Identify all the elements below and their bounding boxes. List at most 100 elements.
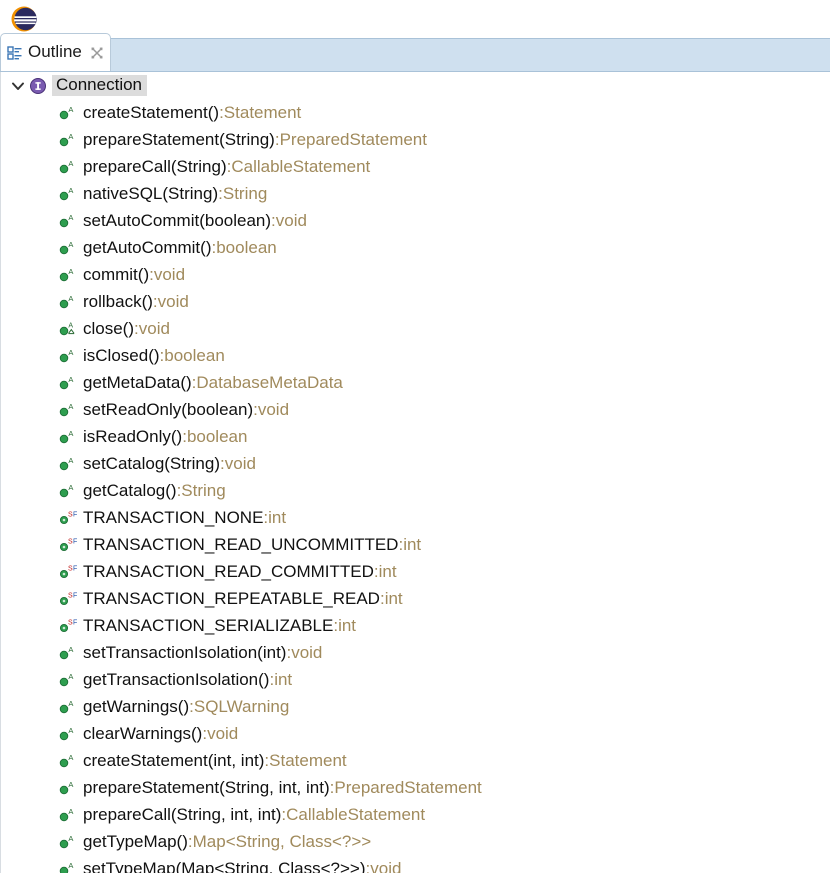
member-name: prepareCall(String): [83, 157, 227, 177]
tree-row-member[interactable]: AprepareStatement(String, int, int) : Pr…: [1, 774, 830, 801]
tree-row-member[interactable]: Acommit() : void: [1, 261, 830, 288]
eclipse-logo-icon: [10, 5, 38, 33]
tree-row-member[interactable]: AnativeSQL(String) : String: [1, 180, 830, 207]
tree-row-member[interactable]: AgetAutoCommit() : boolean: [1, 234, 830, 261]
member-return-type: CallableStatement: [286, 805, 425, 825]
member-return-type: void: [225, 454, 256, 474]
title-strip: [0, 0, 830, 38]
member-name: isReadOnly(): [83, 427, 182, 447]
tree-row-member[interactable]: Arollback() : void: [1, 288, 830, 315]
method-abstract-icon: A: [59, 833, 79, 851]
member-name: close(): [83, 319, 134, 339]
member-name: TRANSACTION_SERIALIZABLE: [83, 616, 333, 636]
member-return-type: void: [207, 724, 238, 744]
member-return-type: int: [385, 589, 403, 609]
member-name: createStatement(): [83, 103, 219, 123]
member-name: getCatalog(): [83, 481, 177, 501]
svg-text:A: A: [68, 104, 73, 113]
tree-row-member[interactable]: AprepareStatement(String) : PreparedStat…: [1, 126, 830, 153]
member-name: prepareStatement(String, int, int): [83, 778, 330, 798]
tree-row-member[interactable]: AcreateStatement(int, int) : Statement: [1, 747, 830, 774]
tree-row-member[interactable]: AisClosed() : boolean: [1, 342, 830, 369]
tree-row-member[interactable]: AprepareCall(String, int, int) : Callabl…: [1, 801, 830, 828]
tree-row-member[interactable]: AgetWarnings() : SQLWarning: [1, 693, 830, 720]
field-static-final-icon: SF: [59, 509, 79, 527]
member-name: getWarnings(): [83, 697, 189, 717]
field-static-final-icon: SF: [59, 563, 79, 581]
member-return-type: int: [268, 508, 286, 528]
method-abstract-icon: A: [59, 158, 79, 176]
tab-outline-label: Outline: [28, 43, 82, 62]
svg-text:A: A: [68, 833, 73, 842]
tree-row-member[interactable]: AgetMetaData() : DatabaseMetaData: [1, 369, 830, 396]
tree-row-member[interactable]: AsetAutoCommit(boolean) : void: [1, 207, 830, 234]
tree-row-member[interactable]: SFTRANSACTION_NONE : int: [1, 504, 830, 531]
member-name: prepareStatement(String): [83, 130, 275, 150]
tree-row-member[interactable]: SFTRANSACTION_READ_UNCOMMITTED : int: [1, 531, 830, 558]
member-return-type: int: [379, 562, 397, 582]
method-abstract-icon: A: [59, 293, 79, 311]
svg-text:A: A: [68, 401, 73, 410]
tree-row-member[interactable]: AgetTransactionIsolation() : int: [1, 666, 830, 693]
tree-row-member[interactable]: AgetCatalog() : String: [1, 477, 830, 504]
member-return-type: void: [258, 400, 289, 420]
tab-outline[interactable]: Outline: [0, 33, 111, 71]
member-return-type: Statement: [269, 751, 347, 771]
tree-row-root[interactable]: Connection: [1, 72, 830, 99]
svg-text:A: A: [68, 725, 73, 734]
tree-row-member[interactable]: SFTRANSACTION_REPEATABLE_READ : int: [1, 585, 830, 612]
outline-tree[interactable]: Connection AcreateStatement() : Statemen…: [0, 72, 830, 873]
member-name: nativeSQL(String): [83, 184, 218, 204]
svg-text:A: A: [68, 293, 73, 302]
method-abstract-icon: A: [59, 401, 79, 419]
svg-text:A: A: [68, 374, 73, 383]
tree-row-member[interactable]: SFTRANSACTION_SERIALIZABLE : int: [1, 612, 830, 639]
method-abstract-icon: A: [59, 725, 79, 743]
svg-text:A: A: [68, 322, 73, 329]
tree-row-member[interactable]: AclearWarnings() : void: [1, 720, 830, 747]
member-name: TRANSACTION_READ_COMMITTED: [83, 562, 374, 582]
member-return-type: CallableStatement: [231, 157, 370, 177]
member-return-type: String: [223, 184, 267, 204]
method-abstract-icon: A: [59, 482, 79, 500]
member-name: TRANSACTION_REPEATABLE_READ: [83, 589, 380, 609]
member-return-type: SQLWarning: [194, 697, 289, 717]
method-abstract-icon: A: [59, 104, 79, 122]
method-abstract-icon: A: [59, 239, 79, 257]
tree-row-member[interactable]: AsetTransactionIsolation(int) : void: [1, 639, 830, 666]
tree-row-member[interactable]: AprepareCall(String) : CallableStatement: [1, 153, 830, 180]
svg-text:A: A: [68, 806, 73, 815]
close-icon[interactable]: [90, 46, 104, 60]
svg-text:A: A: [68, 779, 73, 788]
tree-row-member[interactable]: Aclose() : void: [1, 315, 830, 342]
method-abstract-override-icon: A: [59, 320, 79, 338]
tree-row-member[interactable]: AcreateStatement() : Statement: [1, 99, 830, 126]
tree-row-member[interactable]: SFTRANSACTION_READ_COMMITTED : int: [1, 558, 830, 585]
method-abstract-icon: A: [59, 455, 79, 473]
svg-text:A: A: [68, 698, 73, 707]
svg-text:A: A: [68, 185, 73, 194]
method-abstract-icon: A: [59, 779, 79, 797]
svg-text:A: A: [68, 131, 73, 140]
tree-row-member[interactable]: AsetCatalog(String) : void: [1, 450, 830, 477]
svg-text:F: F: [73, 619, 77, 626]
svg-text:F: F: [73, 511, 77, 518]
field-static-final-icon: SF: [59, 536, 79, 554]
tree-row-member[interactable]: AgetTypeMap() : Map<String, Class<?>>: [1, 828, 830, 855]
tree-row-member[interactable]: AsetReadOnly(boolean) : void: [1, 396, 830, 423]
tree-row-member[interactable]: AsetTypeMap(Map<String, Class<?>>) : voi…: [1, 855, 830, 873]
member-return-type: void: [291, 643, 322, 663]
member-name: setCatalog(String): [83, 454, 220, 474]
member-name: clearWarnings(): [83, 724, 202, 744]
member-return-type: PreparedStatement: [280, 130, 427, 150]
member-name: setAutoCommit(boolean): [83, 211, 271, 231]
tree-row-member[interactable]: AisReadOnly() : boolean: [1, 423, 830, 450]
svg-text:F: F: [73, 592, 77, 599]
member-name: createStatement(int, int): [83, 751, 264, 771]
member-return-type: void: [154, 265, 185, 285]
chevron-down-icon[interactable]: [9, 77, 27, 95]
svg-text:A: A: [68, 158, 73, 167]
outline-view-icon: [7, 45, 23, 61]
member-name: getMetaData(): [83, 373, 192, 393]
method-abstract-icon: A: [59, 752, 79, 770]
